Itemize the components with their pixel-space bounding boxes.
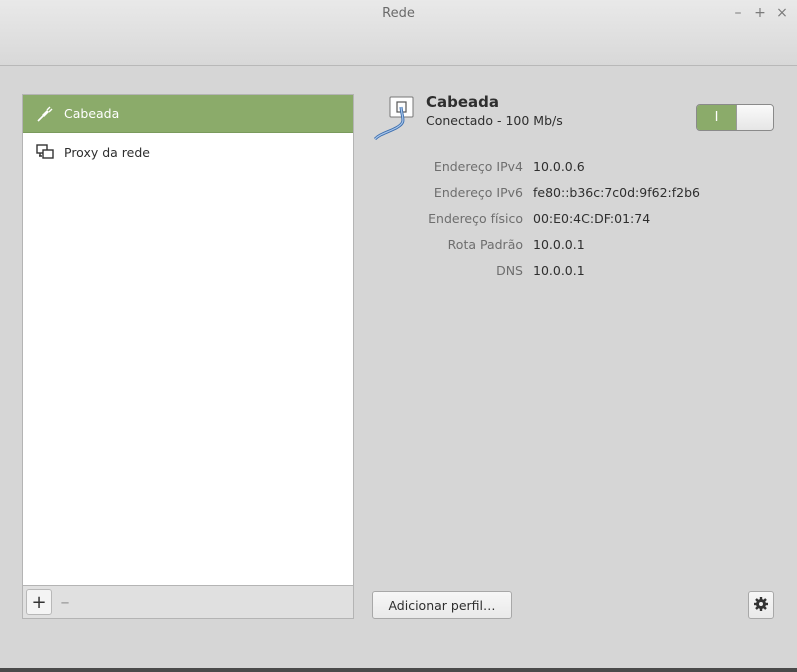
connection-details: Endereço IPv4 10.0.0.6 Endereço IPv6 fe8… — [372, 153, 772, 283]
detail-row-ipv6: Endereço IPv6 fe80::b36c:7c0d:9f62:f2b6 — [372, 179, 772, 205]
switch-on-label: I — [697, 105, 736, 130]
wired-network-icon — [372, 94, 422, 142]
detail-row-mac: Endereço físico 00:E0:4C:DF:01:74 — [372, 205, 772, 231]
connection-toggle-switch[interactable]: I — [696, 104, 774, 131]
detail-value: 10.0.0.1 — [533, 236, 585, 252]
detail-row-ipv4: Endereço IPv4 10.0.0.6 — [372, 153, 772, 179]
connection-list: Cabeada Proxy da rede — [22, 94, 354, 619]
maximize-button[interactable]: + — [751, 4, 769, 22]
detail-value: 10.0.0.1 — [533, 262, 585, 278]
detail-value: 00:E0:4C:DF:01:74 — [533, 210, 651, 226]
connection-status: Conectado - 100 Mb/s — [426, 113, 563, 128]
main-content: Cabeada Proxy da rede + – Cabeada Conect… — [0, 67, 797, 672]
add-connection-button[interactable]: + — [26, 589, 52, 615]
add-profile-button[interactable]: Adicionar perfil… — [372, 591, 512, 619]
sidebar-item-cabeada[interactable]: Cabeada — [23, 95, 353, 133]
detail-row-gateway: Rota Padrão 10.0.0.1 — [372, 231, 772, 257]
detail-label: DNS — [496, 262, 523, 278]
sidebar-item-label: Proxy da rede — [64, 144, 150, 160]
sidebar-item-proxy[interactable]: Proxy da rede — [23, 133, 353, 171]
window-titlebar[interactable]: Rede – + × — [0, 0, 797, 66]
network-proxy-icon — [36, 143, 54, 161]
close-button[interactable]: × — [773, 4, 791, 22]
switch-knob[interactable] — [736, 105, 773, 130]
connection-name: Cabeada — [426, 93, 500, 111]
detail-value: 10.0.0.6 — [533, 158, 585, 174]
settings-button[interactable] — [748, 591, 774, 619]
detail-label: Endereço físico — [428, 210, 523, 226]
list-toolbar: + – — [22, 585, 354, 619]
gear-icon — [753, 596, 769, 615]
detail-value: fe80::b36c:7c0d:9f62:f2b6 — [533, 184, 700, 200]
remove-connection-button[interactable]: – — [52, 589, 78, 615]
ethernet-plug-icon — [36, 105, 54, 123]
sidebar-item-label: Cabeada — [64, 106, 120, 121]
detail-row-dns: DNS 10.0.0.1 — [372, 257, 772, 283]
desktop-background-strip — [0, 668, 797, 672]
detail-label: Endereço IPv6 — [433, 184, 523, 200]
detail-label: Rota Padrão — [447, 236, 523, 252]
window-title: Rede — [382, 6, 415, 21]
minimize-button[interactable]: – — [729, 4, 747, 22]
detail-label: Endereço IPv4 — [433, 158, 523, 174]
